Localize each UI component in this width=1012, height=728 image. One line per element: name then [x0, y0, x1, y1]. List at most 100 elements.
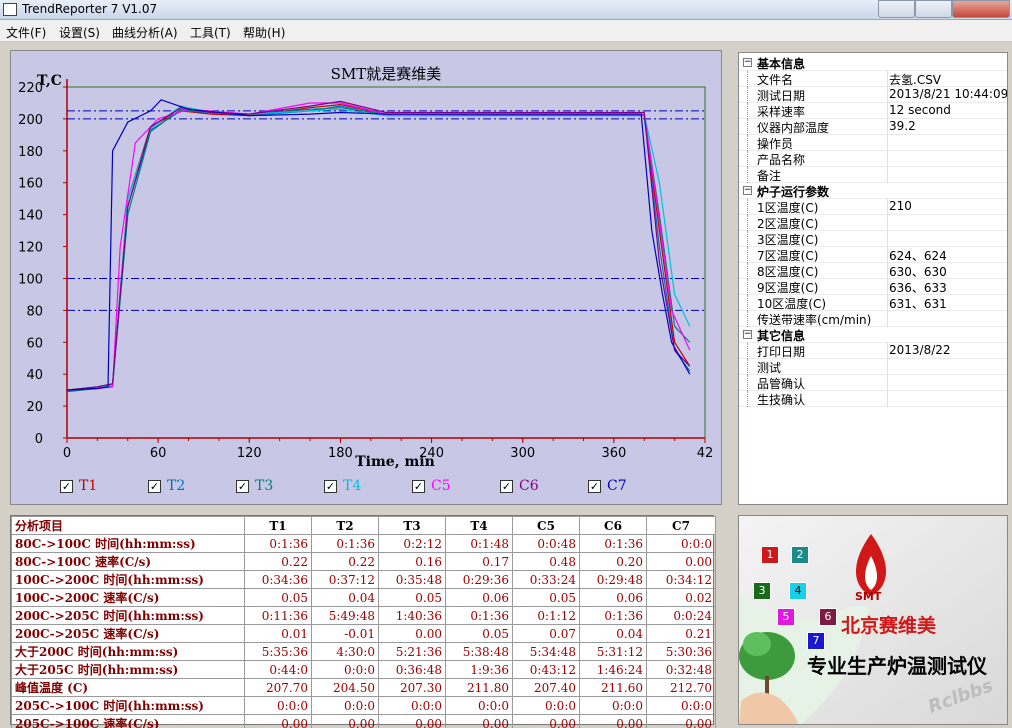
table-cell: 0.17 [445, 552, 513, 571]
legend-item-t1[interactable]: ✓ T1 [60, 478, 97, 494]
menu-help[interactable]: 帮助(H) [243, 24, 285, 41]
table-cell: 4:30:0 [311, 642, 379, 661]
table-row: 200C->205C 时间(hh:mm:ss) 0:11:36 5:49:48 1:4… [11, 606, 716, 625]
table-header-channel: C6 [579, 516, 647, 535]
menu-file[interactable]: 文件(F) [6, 24, 46, 41]
plot-area [66, 86, 706, 439]
table-header-channel: T2 [311, 516, 379, 535]
close-button[interactable] [952, 0, 1010, 18]
info-section-header[interactable]: − 基本信息 [739, 55, 1007, 71]
info-row: 采样速率 12 second [739, 103, 1007, 119]
table-cell: -0.01 [311, 624, 379, 643]
table-cell: 0:0:0 [311, 660, 379, 679]
collapse-toggle-icon[interactable]: − [743, 330, 752, 339]
logo-tile: 6 [819, 608, 837, 626]
table-cell: 0.21 [646, 624, 716, 643]
x-tick-label: 120 [237, 446, 262, 461]
collapse-toggle-icon[interactable]: − [743, 186, 752, 195]
minimize-button[interactable] [878, 0, 915, 18]
legend-item-c6[interactable]: ✓ C6 [500, 478, 539, 494]
column-divider [887, 215, 888, 231]
menu-bar: 文件(F) 设置(S) 曲线分析(A) 工具(T) 帮助(H) [0, 20, 1012, 42]
tree-line [747, 279, 748, 295]
table-row: 大于205C 时间(hh:mm:ss) 0:44:0 0:0:0 0:36:48 1:9… [11, 660, 716, 679]
column-divider [887, 71, 888, 87]
info-section-header[interactable]: − 炉子运行参数 [739, 183, 1007, 199]
legend-item-c5[interactable]: ✓ C5 [412, 478, 451, 494]
info-row: 打印日期 2013/8/22 [739, 343, 1007, 359]
info-label: 其它信息 [757, 329, 806, 343]
table-cell: 0:34:36 [244, 570, 312, 589]
info-section-header[interactable]: − 其它信息 [739, 327, 1007, 343]
table-row-label: 200C->205C 时间(hh:mm:ss) [11, 606, 245, 625]
checkbox-checked-icon[interactable]: ✓ [148, 479, 161, 493]
info-label: 7区温度(C) [757, 249, 819, 263]
table-cell: 0:44:0 [244, 660, 312, 679]
info-row: 9区温度(C) 636、633 [739, 279, 1007, 295]
tree-line [747, 215, 748, 231]
logo-tile: 1 [761, 546, 779, 564]
x-tick-label: 180 [328, 446, 353, 461]
checkbox-checked-icon[interactable]: ✓ [588, 479, 601, 493]
maximize-button[interactable] [915, 0, 952, 18]
tree-line [747, 103, 748, 119]
collapse-toggle-icon[interactable]: − [743, 58, 752, 67]
menu-settings[interactable]: 设置(S) [59, 24, 100, 41]
table-cell: 0.00 [311, 714, 379, 728]
table-cell: 1:46:24 [579, 660, 647, 679]
y-tick-label: 60 [26, 336, 43, 351]
table-cell: 0.06 [579, 588, 647, 607]
info-value: 39.2 [889, 119, 916, 133]
tree-line [747, 135, 748, 151]
menu-curve-analysis[interactable]: 曲线分析(A) [112, 24, 178, 41]
tree-line [747, 87, 748, 103]
info-label: 1区温度(C) [757, 201, 819, 215]
info-row: 7区温度(C) 624、624 [739, 247, 1007, 263]
checkbox-checked-icon[interactable]: ✓ [236, 479, 249, 493]
table-cell: 0:0:0 [445, 696, 513, 715]
table-row-label: 80C->100C 时间(hh:mm:ss) [11, 534, 245, 553]
checkbox-checked-icon[interactable]: ✓ [412, 479, 425, 493]
table-cell: 0.04 [579, 624, 647, 643]
table-cell: 0:43:12 [512, 660, 580, 679]
y-tick-label: 20 [26, 400, 43, 415]
table-cell: 0.05 [445, 624, 513, 643]
info-label: 产品名称 [757, 153, 806, 167]
legend-item-c7[interactable]: ✓ C7 [588, 478, 627, 494]
menu-tools[interactable]: 工具(T) [190, 24, 231, 41]
legend-item-t2[interactable]: ✓ T2 [148, 478, 185, 494]
table-row-label: 大于200C 时间(hh:mm:ss) [11, 642, 245, 661]
info-label: 8区温度(C) [757, 265, 819, 279]
table-cell: 0:1:36 [445, 606, 513, 625]
table-row: 100C->200C 速率(C/s) 0.05 0.04 0.05 0.06 0.05 0.… [11, 588, 716, 607]
column-divider [887, 199, 888, 215]
table-cell: 0:11:36 [244, 606, 312, 625]
table-cell: 0:0:24 [646, 606, 716, 625]
checkbox-checked-icon[interactable]: ✓ [60, 479, 73, 493]
x-tick-label: 300 [510, 446, 535, 461]
analysis-table: 分析项目 T1 T2 T3 T4 C5 C6 C7 80C->100C 时间(hh:mm:ss… [11, 516, 716, 728]
checkbox-checked-icon[interactable]: ✓ [324, 479, 337, 493]
legend-label: T1 [79, 478, 98, 494]
column-divider [887, 87, 888, 103]
column-divider [887, 375, 888, 391]
table-cell: 0:0:0 [646, 696, 716, 715]
table-cell: 0:0:0 [646, 534, 716, 553]
legend-item-t4[interactable]: ✓ T4 [324, 478, 361, 494]
info-label: 炉子运行参数 [757, 185, 830, 199]
column-divider [887, 391, 888, 407]
legend-label: C7 [607, 478, 627, 494]
x-tick-label: 0 [63, 446, 71, 461]
table-cell: 0:0:0 [244, 696, 312, 715]
table-cell: 0:1:36 [579, 534, 647, 553]
y-tick-label: 40 [26, 368, 43, 383]
y-tick-label: 80 [26, 304, 43, 319]
table-cell: 5:30:36 [646, 642, 716, 661]
column-divider [887, 247, 888, 263]
analysis-table-panel: 分析项目 T1 T2 T3 T4 C5 C6 C7 80C->100C 时间(hh:mm:ss… [10, 515, 716, 728]
legend-label: T2 [167, 478, 186, 494]
checkbox-checked-icon[interactable]: ✓ [500, 479, 513, 493]
table-cell: 1:9:36 [445, 660, 513, 679]
table-cell: 0.06 [445, 588, 513, 607]
legend-item-t3[interactable]: ✓ T3 [236, 478, 273, 494]
